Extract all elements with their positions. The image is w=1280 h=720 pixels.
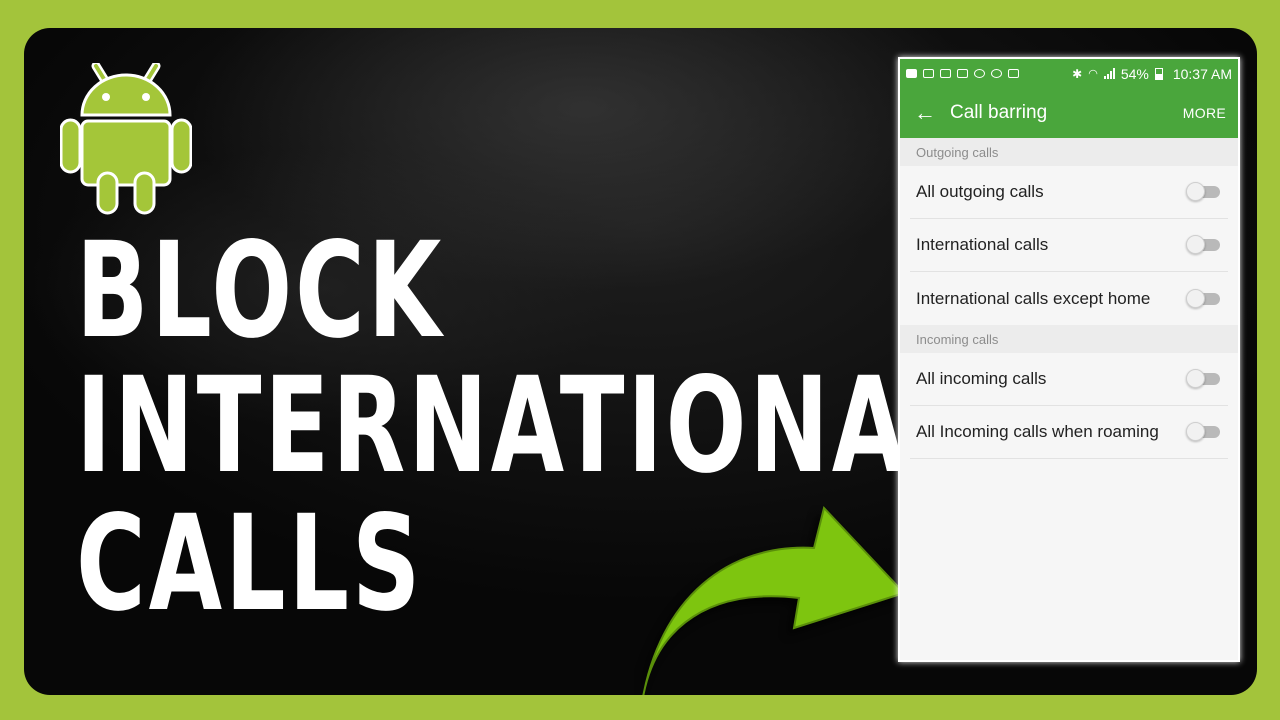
message-icon: [906, 69, 917, 78]
signal-icon: [1103, 68, 1115, 79]
headline-line-3: CALLS: [76, 487, 424, 641]
page-title: Call barring: [950, 102, 1048, 123]
setting-row-all-incoming[interactable]: All incoming calls: [910, 353, 1228, 406]
toggle-switch[interactable]: [1186, 422, 1220, 441]
toggle-switch[interactable]: [1186, 369, 1220, 388]
setting-row-all-outgoing[interactable]: All outgoing calls: [910, 166, 1228, 219]
setting-row-international-except-home[interactable]: International calls except home: [910, 272, 1228, 325]
toggle-switch[interactable]: [1186, 288, 1220, 308]
battery-icon: [1154, 67, 1163, 80]
system-icons: ✱ ◠ 54% 10:37 AM: [1072, 66, 1232, 82]
gallery-icon: [957, 69, 968, 78]
shield-icon: [974, 69, 985, 78]
section-header-incoming: Incoming calls: [900, 325, 1238, 353]
bluetooth-icon: ✱: [1072, 66, 1083, 81]
phone-screenshot: ✱ ◠ 54% 10:37 AM ← Call barring MORE Out…: [898, 57, 1240, 662]
setting-label: All outgoing calls: [916, 182, 1044, 201]
at-icon: [991, 69, 1002, 78]
headline-line-1: BLOCK: [76, 214, 445, 368]
wifi-icon: ◠: [1088, 68, 1098, 80]
gallery-icon: [940, 69, 951, 78]
toggle-switch[interactable]: [1186, 235, 1220, 254]
notification-icons: [906, 69, 1019, 78]
email-icon: [1008, 69, 1019, 78]
setting-label: International calls except home: [916, 288, 1151, 308]
status-bar: ✱ ◠ 54% 10:37 AM: [900, 59, 1238, 88]
android-robot-icon: [60, 63, 192, 215]
contact-icon: [923, 69, 934, 78]
more-button[interactable]: MORE: [1183, 105, 1226, 121]
curved-arrow-icon: [642, 505, 906, 695]
app-toolbar: ← Call barring MORE: [900, 88, 1238, 138]
battery-percent: 54%: [1120, 65, 1149, 82]
setting-label: All Incoming calls when roaming: [916, 422, 1159, 441]
headline-line-2: INTERNATIONAL: [76, 349, 972, 503]
setting-row-international[interactable]: International calls: [910, 219, 1228, 272]
clock: 10:37 AM: [1172, 65, 1232, 82]
back-arrow-icon[interactable]: ←: [914, 102, 936, 124]
setting-label: International calls: [916, 235, 1049, 254]
setting-label: All incoming calls: [916, 369, 1047, 388]
section-header-outgoing: Outgoing calls: [900, 138, 1238, 166]
thumbnail-frame: BLOCK INTERNATIONAL CALLS ✱ ◠ 54% 10:37 …: [24, 28, 1257, 695]
setting-row-incoming-roaming[interactable]: All Incoming calls when roaming: [910, 406, 1228, 459]
toggle-switch[interactable]: [1186, 182, 1220, 201]
